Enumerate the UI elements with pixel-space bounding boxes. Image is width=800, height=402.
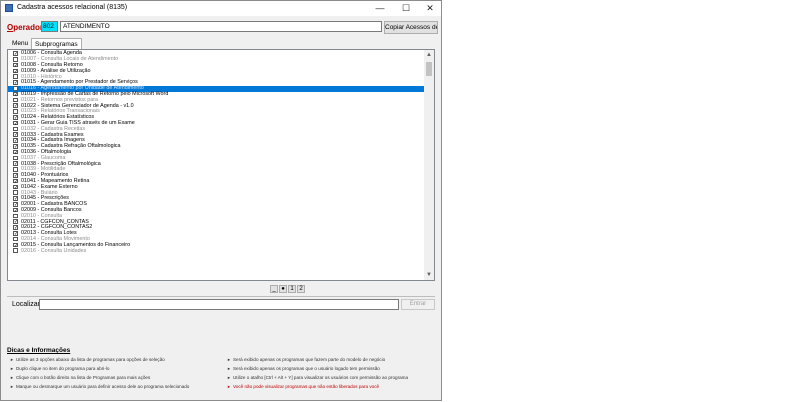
tips-title: Dicas e Informações xyxy=(7,347,71,354)
program-checkbox[interactable] xyxy=(13,190,18,195)
tip-right-2: ► Será exibido apenas os programas que o … xyxy=(227,366,380,371)
program-checkbox[interactable]: ✓ xyxy=(13,225,18,230)
locate-input[interactable] xyxy=(39,299,399,310)
title-bar: Cadastra acessos relacional (8135) — ☐ ✕ xyxy=(1,1,441,16)
arrow-icon: ► xyxy=(227,384,231,389)
program-checkbox[interactable]: ✓ xyxy=(13,120,18,126)
minimize-button[interactable]: — xyxy=(367,1,393,16)
program-checkbox[interactable] xyxy=(13,86,18,91)
pager-option-3[interactable]: 1 xyxy=(288,285,296,293)
program-checkbox[interactable]: ✓ xyxy=(13,91,18,97)
tip-text: Você não pode visualizar programas que n… xyxy=(232,384,380,389)
close-button[interactable]: ✕ xyxy=(417,1,443,16)
tip-text: Duplo clique no item do programa para ab… xyxy=(15,366,110,371)
program-checkbox[interactable] xyxy=(13,74,18,79)
program-checkbox[interactable]: ✓ xyxy=(13,173,18,178)
scroll-thumb[interactable] xyxy=(426,62,432,76)
program-checkbox[interactable]: ✓ xyxy=(13,161,18,167)
program-checkbox[interactable]: ✓ xyxy=(13,144,18,149)
arrow-icon: ► xyxy=(227,375,231,380)
program-checkbox[interactable]: ✓ xyxy=(13,149,18,155)
arrow-icon: ► xyxy=(227,357,231,362)
program-checkbox[interactable]: ✓ xyxy=(13,196,18,201)
tip-right-3: ► Utilize o atalho [Ctrl + Alt + Y] para … xyxy=(227,375,408,380)
pager-option-4[interactable]: 2 xyxy=(297,285,305,293)
program-checkbox[interactable]: ✓ xyxy=(13,242,18,248)
program-checkbox[interactable]: ✓ xyxy=(13,138,18,144)
tip-text: Será exibido apenas os programas que faz… xyxy=(232,357,386,362)
program-checkbox[interactable]: ✓ xyxy=(13,115,18,120)
programs-list-items: ✓ 01006 - Consulta Agenda 01007 - Consulta… xyxy=(8,50,426,254)
program-checkbox[interactable] xyxy=(13,248,18,253)
program-list-item[interactable]: 02016 - Consulta Unidades xyxy=(8,248,426,254)
tip-text: Será exibido apenas os programas que o u… xyxy=(232,366,380,371)
main-window: Cadastra acessos relacional (8135) — ☐ ✕… xyxy=(0,0,442,401)
pager-option-1[interactable]: _ xyxy=(270,285,278,293)
app-icon xyxy=(5,4,13,12)
tip-left-2: ► Duplo clique no item do programa para a… xyxy=(10,366,109,371)
program-checkbox[interactable]: ✓ xyxy=(13,62,18,68)
enter-button[interactable]: Entrar xyxy=(401,299,435,310)
program-checkbox[interactable]: ✓ xyxy=(13,184,18,190)
list-selection-options: _ ● 1 2 xyxy=(270,285,306,293)
tip-text: Utilize o atalho [Ctrl + Alt + Y] para v… xyxy=(232,375,409,380)
operator-code-field[interactable]: 802 xyxy=(41,21,58,32)
scroll-up-icon[interactable]: ▲ xyxy=(426,52,432,58)
program-checkbox[interactable]: ✓ xyxy=(13,132,18,138)
program-checkbox[interactable]: ✓ xyxy=(13,80,18,86)
locate-label: Localizar: xyxy=(12,301,42,308)
program-checkbox[interactable]: ✓ xyxy=(13,219,18,225)
tip-left-4: ► Marque ou desmarque um usuário para def… xyxy=(10,384,189,389)
pager-option-2[interactable]: ● xyxy=(279,285,287,293)
program-label: 02016 - Consulta Unidades xyxy=(21,247,87,254)
arrow-icon: ► xyxy=(10,366,14,371)
program-checkbox[interactable] xyxy=(13,155,18,161)
copy-access-button[interactable]: Copiar Acessos de xyxy=(384,21,438,34)
tip-text: Utilize as 3 opções abaixo da lista de p… xyxy=(15,357,165,362)
arrow-icon: ► xyxy=(227,366,231,371)
program-checkbox[interactable]: ✓ xyxy=(13,231,18,236)
vertical-scrollbar[interactable]: ▲ ▼ xyxy=(424,50,434,280)
program-checkbox[interactable]: ✓ xyxy=(13,68,18,74)
program-checkbox[interactable] xyxy=(13,57,18,62)
program-checkbox[interactable] xyxy=(13,236,18,242)
scroll-down-icon[interactable]: ▼ xyxy=(426,272,432,278)
tip-left-3: ► Clique com o botão direito na lista de … xyxy=(10,375,150,380)
operator-label-rest: perador xyxy=(13,23,44,32)
program-checkbox[interactable]: ✓ xyxy=(13,178,18,184)
tip-text: Marque ou desmarque um usuário para defi… xyxy=(15,384,190,389)
operator-label: Operador xyxy=(7,23,43,32)
maximize-button[interactable]: ☐ xyxy=(393,1,419,16)
program-checkbox[interactable] xyxy=(13,109,18,114)
program-checkbox[interactable]: ✓ xyxy=(13,51,18,57)
program-checkbox[interactable]: ✓ xyxy=(13,202,18,207)
tip-right-4: ► Você não pode visualizar programas que … xyxy=(227,384,379,389)
program-checkbox[interactable] xyxy=(13,126,18,132)
program-checkbox[interactable]: ✓ xyxy=(13,207,18,213)
arrow-icon: ► xyxy=(10,384,14,389)
arrow-icon: ► xyxy=(10,375,14,380)
window-title: Cadastra acessos relacional (8135) xyxy=(17,4,128,11)
program-checkbox[interactable] xyxy=(13,167,18,172)
divider xyxy=(7,296,435,297)
arrow-icon: ► xyxy=(10,357,14,362)
tip-left-1: ► Utilize as 3 opções abaixo da lista de … xyxy=(10,357,165,362)
tab-menu[interactable]: Menu xyxy=(9,38,31,49)
program-checkbox[interactable]: ✓ xyxy=(13,103,18,109)
program-checkbox[interactable] xyxy=(13,97,18,103)
programs-list[interactable]: ✓ 01006 - Consulta Agenda 01007 - Consulta… xyxy=(7,49,435,281)
operator-name-field[interactable]: ATENDIMENTO xyxy=(60,21,382,32)
tip-right-1: ► Será exibido apenas os programas que fa… xyxy=(227,357,385,362)
tip-text: Clique com o botão direito na lista de P… xyxy=(15,375,151,380)
program-checkbox[interactable] xyxy=(13,213,18,219)
